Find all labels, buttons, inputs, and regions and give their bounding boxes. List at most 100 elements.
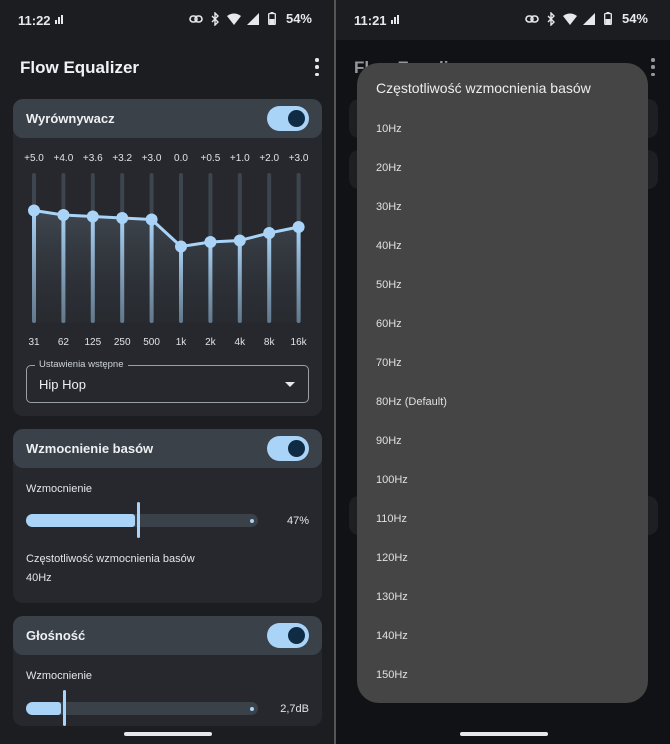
frequency-option[interactable]: 30Hz xyxy=(376,201,402,213)
eq-band-handle-16k[interactable] xyxy=(292,221,305,233)
eq-frequency-label: 62 xyxy=(57,337,69,348)
eq-band-fill xyxy=(208,242,213,323)
status-icons: 54% xyxy=(525,11,648,26)
volume-gain-label: Wzmocnienie xyxy=(26,670,93,682)
bass-strength-value: 47% xyxy=(286,515,309,527)
eq-gain-label: +0.5 xyxy=(200,153,221,164)
link-icon xyxy=(189,12,203,26)
cellular-signal-icon xyxy=(582,12,596,26)
eq-band-fill xyxy=(179,246,183,323)
eq-band-fill xyxy=(149,219,154,323)
battery-percent: 54% xyxy=(621,11,648,26)
eq-gain-label: 0.0 xyxy=(174,153,188,164)
navigation-handle[interactable] xyxy=(460,732,548,736)
eq-band-handle-1k[interactable] xyxy=(175,240,187,253)
eq-band-fill xyxy=(237,240,242,323)
bass-strength-slider[interactable] xyxy=(26,502,258,538)
eq-band-handle-31[interactable] xyxy=(28,204,40,217)
volume-gain-value: 2,7dB xyxy=(280,703,309,715)
bluetooth-icon xyxy=(208,11,222,26)
frequency-option[interactable]: 110Hz xyxy=(376,513,407,525)
eq-band-handle-62[interactable] xyxy=(57,209,70,221)
volume-card: Głośność Wzmocnienie 2,7dB xyxy=(13,616,322,726)
bass-strength-thumb[interactable] xyxy=(137,502,140,538)
volume-label: Głośność xyxy=(26,628,86,643)
frequency-option[interactable]: 70Hz xyxy=(376,357,402,369)
preset-value: Hip Hop xyxy=(39,377,86,392)
signal-activity-icon xyxy=(391,15,399,24)
eq-band-fill xyxy=(32,210,36,323)
volume-header: Głośność xyxy=(13,616,322,655)
frequency-option[interactable]: 20Hz xyxy=(376,162,402,174)
link-icon xyxy=(525,12,539,26)
eq-frequency-label: 250 xyxy=(113,337,131,348)
bass-boost-toggle[interactable] xyxy=(267,436,309,461)
preset-dropdown[interactable]: Ustawienia wstępne Hip Hop xyxy=(26,359,309,403)
volume-gain-thumb[interactable] xyxy=(63,690,66,726)
cellular-signal-icon xyxy=(246,12,260,26)
eq-gain-label: +3.0 xyxy=(141,153,162,164)
frequency-option[interactable]: 50Hz xyxy=(376,279,402,291)
frequency-option[interactable]: 140Hz xyxy=(376,630,408,642)
frequency-option[interactable]: 100Hz xyxy=(376,474,408,486)
eq-band-handle-250[interactable] xyxy=(116,212,129,224)
bass-boost-header: Wzmocnienie basów xyxy=(13,429,322,468)
volume-toggle[interactable] xyxy=(267,623,309,648)
wifi-icon xyxy=(226,12,241,26)
eq-band-handle-500[interactable] xyxy=(145,213,158,226)
eq-area-fill xyxy=(34,210,299,323)
frequency-option[interactable]: 130Hz xyxy=(376,591,408,603)
frequency-option[interactable]: 60Hz xyxy=(376,318,402,330)
frequency-option[interactable]: 150Hz xyxy=(376,669,408,681)
eq-gain-label: +1.0 xyxy=(229,153,250,164)
bluetooth-icon xyxy=(544,11,558,26)
eq-gain-label: +3.6 xyxy=(82,153,103,164)
status-time: 11:21 xyxy=(354,13,387,28)
battery-percent: 54% xyxy=(285,11,312,26)
eq-band-fill xyxy=(61,215,66,323)
eq-gain-label: +4.0 xyxy=(53,153,74,164)
eq-frequency-label: 31 xyxy=(28,337,40,348)
eq-band-handle-125[interactable] xyxy=(86,210,99,223)
eq-band-fill xyxy=(296,227,301,323)
status-bar: 11:22 54% xyxy=(0,0,334,40)
status-bar: 11:21 54% xyxy=(336,0,670,40)
frequency-option[interactable]: 40Hz xyxy=(376,240,402,252)
eq-band-handle-2k[interactable] xyxy=(204,236,217,248)
battery-icon xyxy=(265,12,279,26)
bass-strength-label: Wzmocnienie xyxy=(26,483,93,495)
eq-band-handle-8k[interactable] xyxy=(263,227,276,239)
eq-gain-label: +3.0 xyxy=(288,153,309,164)
frequency-option[interactable]: 10Hz xyxy=(376,123,402,135)
eq-frequency-label: 8k xyxy=(263,337,275,348)
equalizer-card: Wyrównywacz +5.0 31 +4.0 62 +3.6 125 +3.2 250 +3… xyxy=(13,99,322,416)
dropdown-arrow-icon xyxy=(285,382,295,387)
eq-frequency-label: 2k xyxy=(205,337,216,348)
eq-gain-label: +3.2 xyxy=(112,153,133,164)
eq-frequency-label: 4k xyxy=(234,337,246,348)
dialog-title: Częstotliwość wzmocnienia basów xyxy=(376,80,591,96)
bass-frequency-value: 40Hz xyxy=(26,572,52,584)
volume-gain-slider[interactable] xyxy=(26,690,258,726)
overflow-menu-icon[interactable] xyxy=(312,58,322,76)
equalizer-screen: 11:22 54% Flow Equalizer Wyrównywacz +5.… xyxy=(0,0,334,744)
signal-activity-icon xyxy=(55,15,63,24)
eq-band-fill xyxy=(90,216,95,323)
eq-gain-label: +2.0 xyxy=(259,153,280,164)
eq-frequency-label: 125 xyxy=(84,337,102,348)
status-time: 11:22 xyxy=(18,13,51,28)
eq-band-fill xyxy=(120,218,125,323)
bass-frequency-setting[interactable]: Częstotliwość wzmocnienia basów 40Hz xyxy=(13,547,322,589)
frequency-option[interactable]: 80Hz (Default) xyxy=(376,396,447,408)
app-title: Flow Equalizer xyxy=(20,58,140,77)
bass-frequency-dialog: Częstotliwość wzmocnienia basów 10Hz 20Hz… xyxy=(357,63,648,703)
frequency-dialog-screen: 11:21 54% Flow Equalizer xyxy=(336,0,670,744)
bass-boost-label: Wzmocnienie basów xyxy=(26,441,154,456)
frequency-option[interactable]: 90Hz xyxy=(376,435,402,447)
navigation-handle[interactable] xyxy=(124,732,212,736)
eq-band-handle-4k[interactable] xyxy=(233,234,246,247)
preset-label: Ustawienia wstępne xyxy=(35,359,128,370)
eq-frequency-label: 16k xyxy=(290,337,307,348)
frequency-option[interactable]: 120Hz xyxy=(376,552,408,564)
bass-frequency-label: Częstotliwość wzmocnienia basów xyxy=(26,553,195,565)
